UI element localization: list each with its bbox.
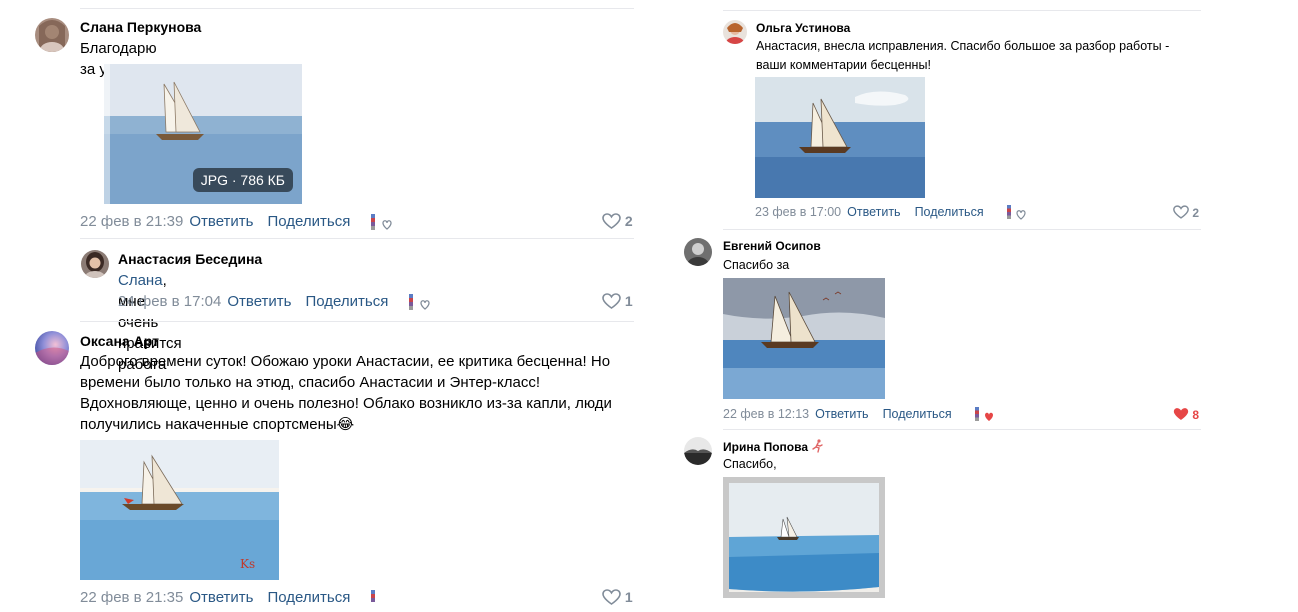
heart-outline-icon (602, 589, 621, 605)
mention-link[interactable]: Слана (118, 272, 163, 289)
like-button[interactable]: 1 (602, 589, 633, 605)
reactions-icon[interactable] (370, 213, 396, 236)
comment-author[interactable]: Слана Перкунова (80, 19, 201, 35)
comment-author[interactable]: Анастасия Беседина (118, 251, 262, 267)
like-button[interactable]: 1 (602, 293, 633, 309)
like-count: 1 (624, 293, 633, 309)
running-woman-icon (811, 439, 825, 453)
heart-outline-icon (602, 293, 621, 309)
comment-date[interactable]: 22 фев в 12:13 (723, 407, 809, 421)
comment-author[interactable]: Евгений Осипов (723, 239, 821, 253)
comment-meta: 22 фев в 12:13 Ответить Поделиться (723, 407, 952, 421)
like-count: 2 (1192, 206, 1200, 220)
heart-filled-icon (1173, 408, 1189, 420)
like-count: 1 (624, 589, 633, 605)
divider (80, 321, 634, 322)
divider (80, 8, 634, 9)
comment-author[interactable]: Оксана Арт (80, 333, 159, 349)
reactions-icon[interactable] (974, 406, 998, 427)
like-button[interactable]: 2 (602, 213, 633, 229)
avatar[interactable] (35, 331, 69, 365)
share-button[interactable]: Поделиться (305, 293, 388, 310)
reactions-icon[interactable] (408, 293, 434, 316)
comment-photo[interactable]: JPG · 786 КБ (104, 64, 302, 204)
like-button[interactable]: 8 (1173, 407, 1199, 422)
comment-meta: 23 фев в 17:00 Ответить Поделиться (755, 205, 984, 219)
svg-text:Ks: Ks (240, 557, 255, 571)
comment-text: Доброго времени суток! Обожаю уроки Анас… (80, 353, 612, 433)
avatar[interactable] (723, 20, 747, 44)
divider (723, 10, 1201, 11)
reactions-icon[interactable] (370, 589, 396, 612)
reply-button[interactable]: Ответить (227, 293, 291, 310)
comment-photo[interactable] (723, 477, 885, 598)
like-count: 8 (1192, 408, 1200, 422)
avatar[interactable] (81, 250, 109, 278)
heart-outline-icon (1173, 205, 1189, 219)
share-button[interactable]: Поделиться (915, 205, 984, 219)
comment-date[interactable]: 22 фев в 21:39 (80, 213, 183, 230)
comment-photo[interactable]: Ks (80, 440, 279, 580)
divider (80, 238, 634, 239)
like-button[interactable]: 2 (1173, 205, 1199, 220)
comment-meta: 24 фев в 17:04 Ответить Поделиться (118, 293, 388, 310)
comment-date[interactable]: 24 фев в 17:04 (118, 293, 221, 310)
reply-button[interactable]: Ответить (189, 213, 253, 230)
reply-button[interactable]: Ответить (815, 407, 868, 421)
reply-button[interactable]: Ответить (847, 205, 900, 219)
reactions-icon[interactable] (1006, 204, 1030, 225)
comment-photo[interactable] (755, 77, 925, 198)
heart-outline-icon (602, 213, 621, 229)
share-button[interactable]: Поделиться (267, 213, 350, 230)
file-badge: JPG · 786 КБ (192, 168, 293, 192)
comment-text: Анастасия, внесла исправления. Спасибо б… (756, 39, 1170, 72)
avatar[interactable] (684, 238, 712, 266)
avatar[interactable] (35, 18, 69, 52)
share-button[interactable]: Поделиться (883, 407, 952, 421)
divider (723, 229, 1201, 230)
comment-author[interactable]: Ольга Устинова (756, 21, 850, 35)
comment-date[interactable]: 23 фев в 17:00 (755, 205, 841, 219)
comment-author[interactable]: Ирина Попова (723, 439, 825, 454)
comment-meta: 22 фев в 21:39 Ответить Поделиться (80, 213, 350, 230)
comment-photo[interactable] (723, 278, 885, 399)
avatar[interactable] (684, 437, 712, 465)
like-count: 2 (624, 213, 633, 229)
divider (723, 429, 1201, 430)
